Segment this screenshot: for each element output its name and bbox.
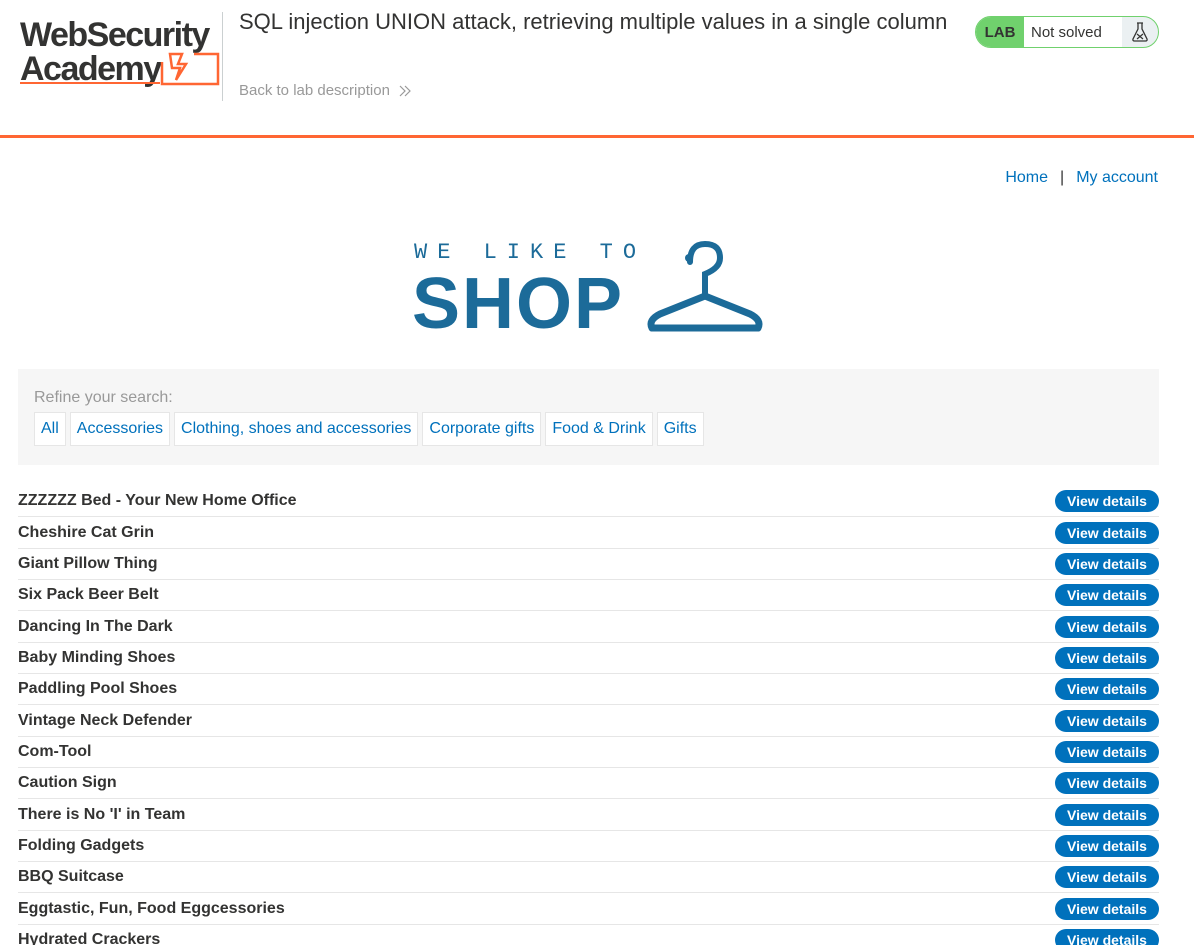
lab-badge: LAB (976, 17, 1024, 47)
product-name: Cheshire Cat Grin (18, 523, 155, 541)
product-name: ZZZZZZ Bed - Your New Home Office (18, 492, 297, 510)
double-chevron-right-icon (398, 84, 412, 98)
product-name: Paddling Pool Shoes (18, 680, 178, 698)
view-details-button[interactable]: View details (1055, 521, 1159, 544)
view-details-button[interactable]: View details (1055, 552, 1159, 575)
we-like-to-shop-banner: WE LIKE TO SHOP (412, 240, 766, 344)
product-list: ZZZZZZ Bed - Your New Home Office View d… (18, 486, 1159, 945)
filter-corporate-gifts[interactable]: Corporate gifts (422, 412, 542, 446)
product-row: Com-Tool View details (18, 737, 1159, 769)
my-account-link[interactable]: My account (1076, 169, 1158, 187)
product-row: Cheshire Cat Grin View details (18, 517, 1159, 549)
product-name: There is No 'I' in Team (18, 805, 186, 823)
product-row: Hydrated Crackers View details (18, 925, 1159, 945)
view-details-button[interactable]: View details (1055, 772, 1159, 795)
flask-icon (1122, 17, 1158, 47)
account-nav: Home | My account (1005, 169, 1158, 187)
product-row: Vintage Neck Defender View details (18, 705, 1159, 737)
product-row: ZZZZZZ Bed - Your New Home Office View d… (18, 486, 1159, 518)
product-row: BBQ Suitcase View details (18, 862, 1159, 894)
view-details-button[interactable]: View details (1055, 897, 1159, 920)
filter-accessories[interactable]: Accessories (69, 412, 171, 446)
product-name: Dancing In The Dark (18, 617, 173, 635)
product-row: Folding Gadgets View details (18, 831, 1159, 863)
lab-status-widget: LAB Not solved (975, 16, 1159, 48)
filter-clothing-shoes-and-accessories[interactable]: Clothing, shoes and accessories (174, 412, 419, 446)
filter-food-and-drink[interactable]: Food & Drink (545, 412, 653, 446)
lab-status-text: Not solved (1024, 17, 1122, 47)
product-row: Giant Pillow Thing View details (18, 549, 1159, 581)
back-link-label: Back to lab description (239, 82, 390, 99)
product-name: Six Pack Beer Belt (18, 586, 159, 604)
product-name: Giant Pillow Thing (18, 554, 158, 572)
product-name: Caution Sign (18, 774, 117, 792)
view-details-button[interactable]: View details (1055, 928, 1159, 945)
svg-text:WebSecurity: WebSecurity (20, 16, 210, 54)
nav-separator: | (1060, 169, 1065, 186)
svg-text:WE LIKE TO: WE LIKE TO (414, 240, 646, 265)
view-details-button[interactable]: View details (1055, 803, 1159, 826)
product-name: Baby Minding Shoes (18, 648, 176, 666)
product-row: Caution Sign View details (18, 768, 1159, 800)
view-details-button[interactable]: View details (1055, 866, 1159, 889)
product-name: BBQ Suitcase (18, 868, 124, 886)
view-details-button[interactable]: View details (1055, 834, 1159, 857)
view-details-button[interactable]: View details (1055, 709, 1159, 732)
filter-all[interactable]: All (34, 412, 66, 446)
view-details-button[interactable]: View details (1055, 615, 1159, 638)
product-row: Dancing In The Dark View details (18, 611, 1159, 643)
lab-title: SQL injection UNION attack, retrieving m… (239, 9, 948, 34)
view-details-button[interactable]: View details (1055, 740, 1159, 763)
product-row: Baby Minding Shoes View details (18, 643, 1159, 675)
view-details-button[interactable]: View details (1055, 584, 1159, 607)
home-link[interactable]: Home (1005, 169, 1048, 187)
back-to-lab-description-link[interactable]: Back to lab description (239, 82, 412, 99)
page-header: WebSecurity Academy SQL injection UNION … (0, 0, 1194, 138)
web-security-academy-logo[interactable]: WebSecurity Academy (18, 14, 220, 88)
filter-gifts[interactable]: Gifts (656, 412, 704, 446)
product-name: Vintage Neck Defender (18, 711, 192, 729)
view-details-button[interactable]: View details (1055, 490, 1159, 513)
category-filter-list: All Accessories Clothing, shoes and acce… (34, 412, 704, 446)
svg-text:SHOP: SHOP (412, 264, 624, 332)
product-name: Hydrated Crackers (18, 930, 161, 945)
product-name: Com-Tool (18, 742, 92, 760)
logo-divider (222, 12, 223, 101)
view-details-button[interactable]: View details (1055, 678, 1159, 701)
product-row: Six Pack Beer Belt View details (18, 580, 1159, 612)
product-row: Eggtastic, Fun, Food Eggcessories View d… (18, 893, 1159, 925)
product-name: Folding Gadgets (18, 836, 145, 854)
product-name: Eggtastic, Fun, Food Eggcessories (18, 899, 285, 917)
view-details-button[interactable]: View details (1055, 646, 1159, 669)
product-row: There is No 'I' in Team View details (18, 799, 1159, 831)
category-filter-panel: Refine your search: All Accessories Clot… (18, 369, 1159, 465)
product-row: Paddling Pool Shoes View details (18, 674, 1159, 706)
refine-search-label: Refine your search: (34, 389, 173, 406)
